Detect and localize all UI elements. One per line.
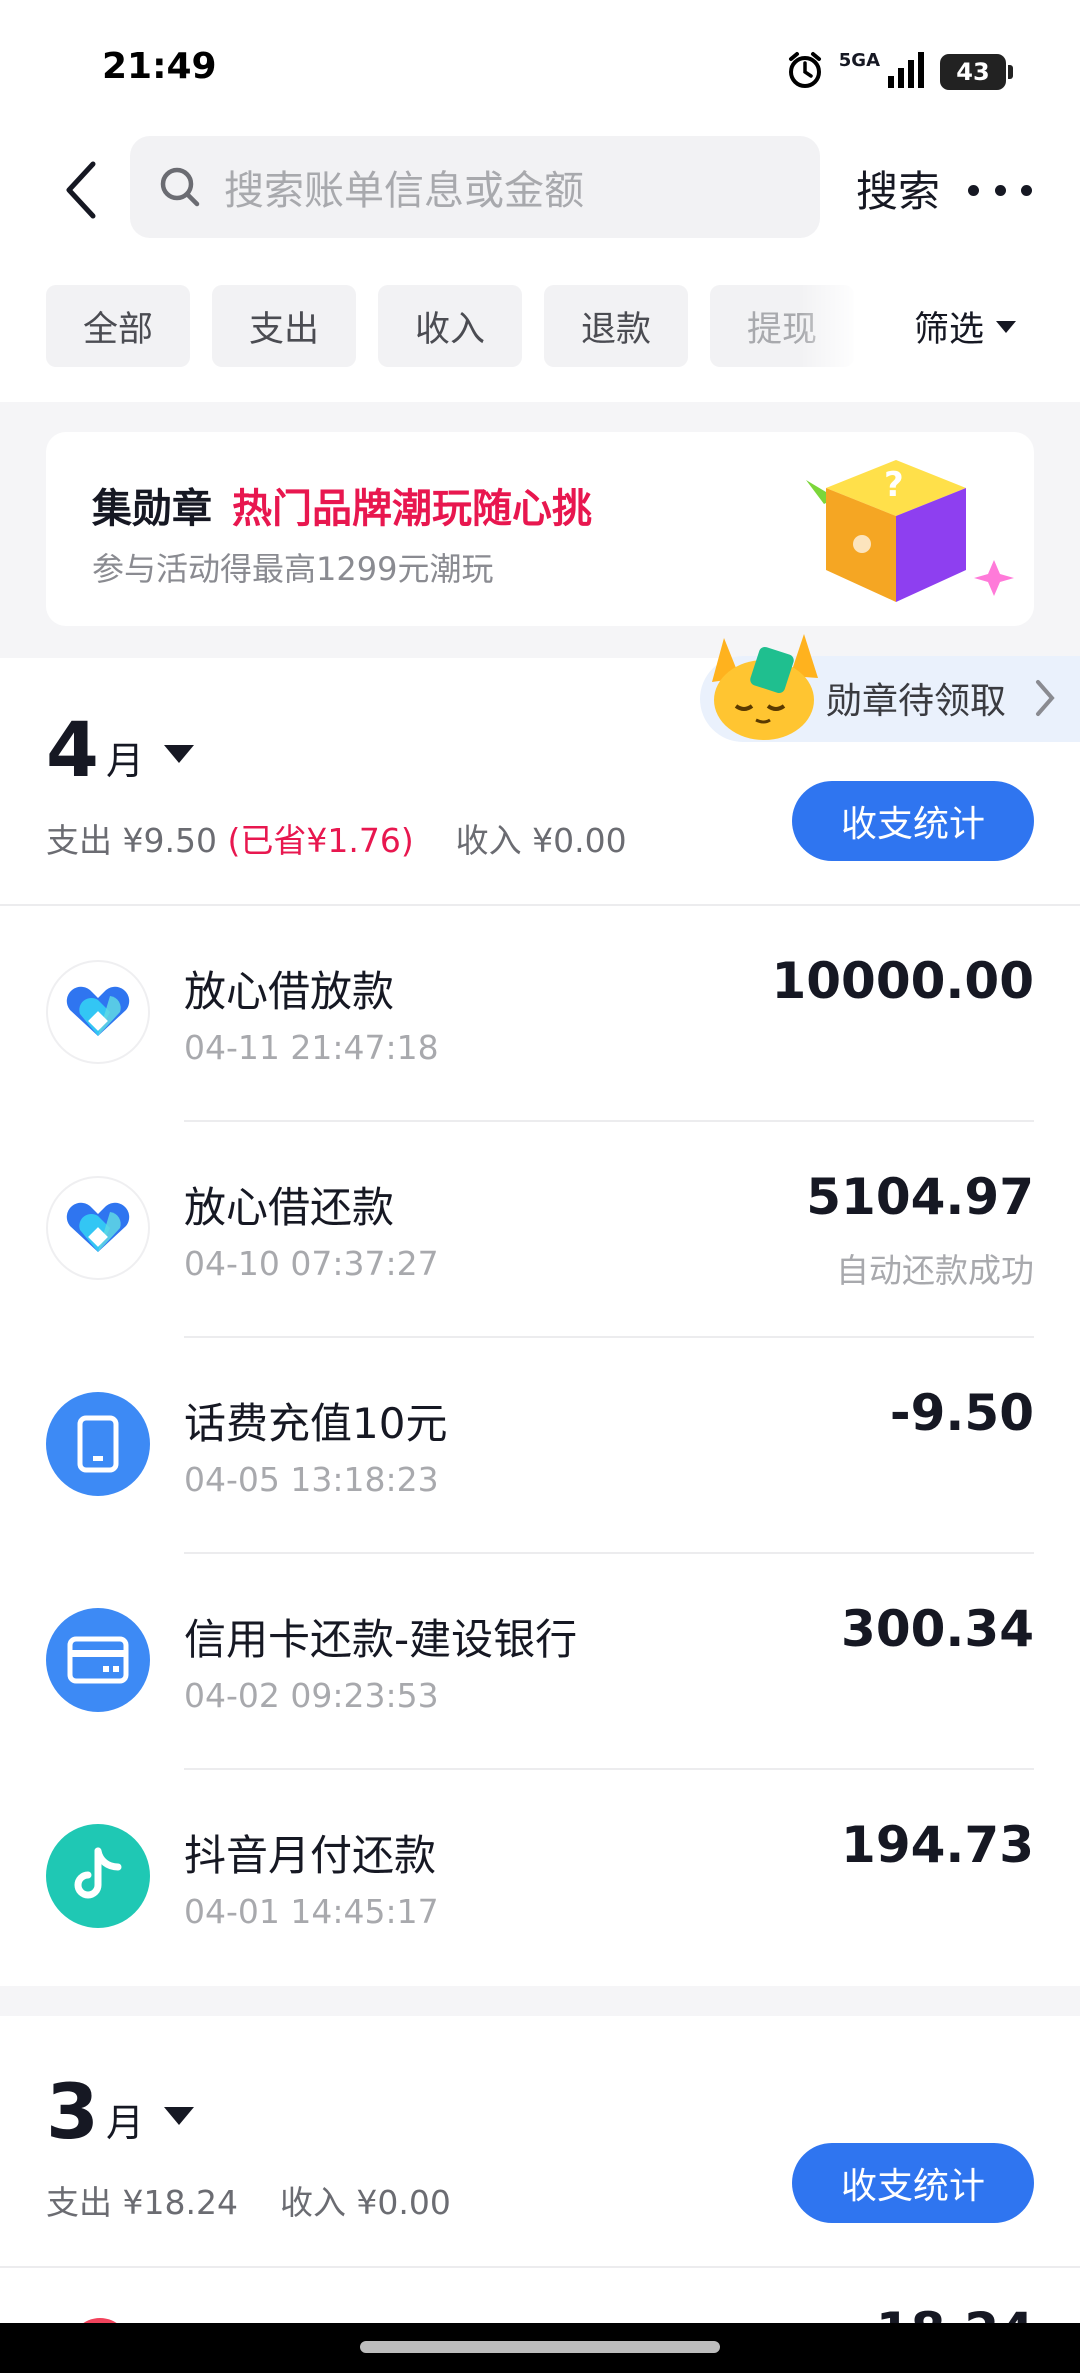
tab-refund[interactable]: 退款 [544,285,688,367]
transaction-name: 放心借还款 [184,1183,395,1232]
chevron-right-icon [1036,680,1055,716]
tabs-fade [800,285,860,367]
status-icons: 5GA 43 [785,50,1013,94]
fangxinjie-icon [46,960,150,1064]
battery-level: 43 [956,58,990,86]
month-income: 收入 ¥0.00 [455,821,627,860]
transaction-time: 04-10 07:37:27 [184,1244,439,1283]
search-button[interactable]: 搜索 [856,158,940,219]
transaction-amount: 194.73 [841,1816,1034,1874]
signal-icon [886,52,926,92]
section-gap [0,1986,1080,2016]
transaction-name: 放心借放款 [184,967,395,1016]
month-unit: 月 [106,2101,145,2145]
banner-title: 集勋章 [92,486,212,532]
transaction-status: 自动还款成功 [836,1251,1034,1290]
transaction-row[interactable]: 放心借放款 04-11 21:47:18 10000.00 [0,908,1080,1124]
month-summary: 支出 ¥18.24 收入 ¥0.00 [46,2176,451,2224]
battery-icon: 43 [940,54,1013,90]
stats-button[interactable]: 收支统计 [792,2143,1034,2223]
system-nav-bar [0,2323,1080,2373]
month-saved: (已省¥1.76) [227,821,414,860]
month-unit: 月 [106,739,145,783]
transaction-name: 信用卡还款-建设银行 [184,1615,578,1664]
phone-icon [46,1392,150,1496]
month-caret-down-icon[interactable] [164,2107,194,2125]
month-summary: 支出 ¥9.50 (已省¥1.76) 收入 ¥0.00 [46,814,627,862]
month-expense: 支出 ¥18.24 [46,2183,238,2222]
badge-claim-label: 勋章待领取 [826,681,1007,722]
fangxinjie-icon [46,1176,150,1280]
transaction-name: 抖音月付还款 [184,1831,437,1880]
transaction-amount: -9.50 [889,1384,1034,1442]
divider [0,2266,1080,2268]
transaction-time: 04-02 09:23:53 [184,1676,439,1715]
search-placeholder: 搜索账单信息或金额 [224,168,584,214]
cat-mascot-icon [712,634,818,740]
tab-all[interactable]: 全部 [46,285,190,367]
transaction-amount: -18.24 [855,2302,1034,2323]
divider [184,1120,1034,1122]
filter-bar: 全部 支出 收入 退款 提现 筛选 [0,285,1080,367]
caret-down-icon [996,320,1017,333]
month-income: 收入 ¥0.00 [279,2183,451,2222]
back-button[interactable] [46,154,116,226]
gift-box-icon: ? [806,460,1014,602]
search-icon [160,167,200,207]
filter-dropdown[interactable]: 筛选 [914,301,1017,352]
transaction-row[interactable]: 抖音月付还款 04-01 14:45:17 194.73 [0,1772,1080,1988]
transaction-amount: 10000.00 [771,952,1034,1010]
more-options-icon[interactable] [968,170,1032,210]
month-number: 4 [46,705,99,794]
transaction-row-partial[interactable]: -18.24 [0,2288,1080,2323]
banner-highlight: 热门品牌潮玩随心挑 [232,486,592,532]
transaction-name: 话费充值10元 [184,1399,448,1448]
month-number: 3 [46,2067,99,2156]
divider [184,1336,1034,1338]
divider [0,904,1080,906]
stats-button[interactable]: 收支统计 [792,781,1034,861]
divider [184,1552,1034,1554]
header: 搜索账单信息或金额 搜索 [0,130,1080,250]
credit-card-icon [46,1608,150,1712]
transaction-row[interactable]: 话费充值10元 04-05 13:18:23 -9.50 [0,1340,1080,1556]
search-input[interactable]: 搜索账单信息或金额 [130,136,820,238]
network-label: 5GA [838,50,880,71]
transaction-amount: 300.34 [841,1600,1034,1658]
status-bar: 21:49 5GA 43 [0,0,1080,130]
douyin-icon [46,1824,150,1928]
month-caret-down-icon[interactable] [164,745,194,763]
back-arrow-icon [66,161,96,219]
home-indicator[interactable] [360,2341,720,2353]
status-time: 21:49 [102,46,217,87]
transaction-amount: 5104.97 [806,1168,1034,1226]
transaction-time: 04-11 21:47:18 [184,1028,439,1067]
filter-dropdown-label: 筛选 [914,310,985,350]
transaction-time: 04-05 13:18:23 [184,1460,439,1499]
transaction-time: 04-01 14:45:17 [184,1892,439,1931]
month-expense: 支出 ¥9.50 [46,821,217,860]
transaction-row[interactable]: 放心借还款 04-10 07:37:27 5104.97 自动还款成功 [0,1124,1080,1340]
promo-banner[interactable]: 集勋章 热门品牌潮玩随心挑 参与活动得最高1299元潮玩 ? [46,432,1034,626]
banner-subtitle: 参与活动得最高1299元潮玩 [92,550,494,588]
transaction-row[interactable]: 信用卡还款-建设银行 04-02 09:23:53 300.34 [0,1556,1080,1772]
alarm-icon [785,50,825,94]
tab-income[interactable]: 收入 [378,285,522,367]
tab-expense[interactable]: 支出 [212,285,356,367]
divider [184,1768,1034,1770]
svg-text:?: ? [884,465,904,505]
